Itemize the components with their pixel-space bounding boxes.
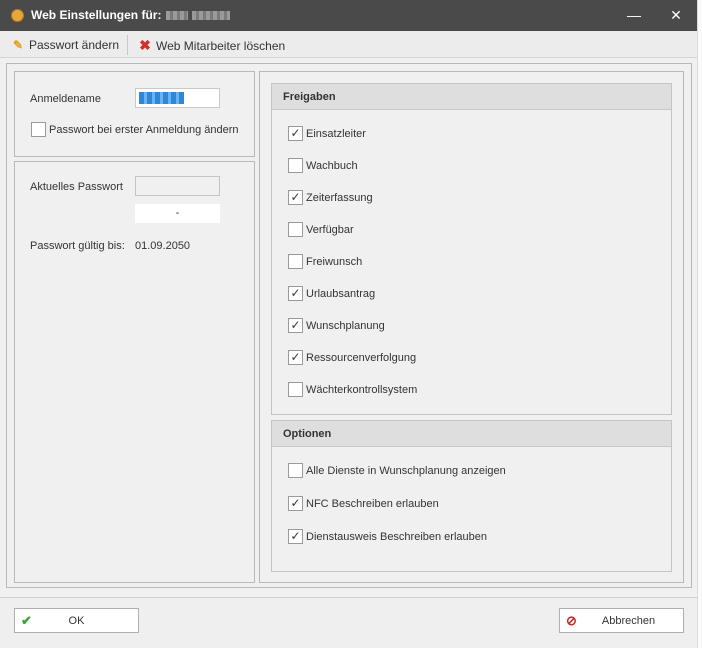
app-icon [11, 9, 24, 22]
freigabe-label: Wunschplanung [306, 320, 385, 332]
current-password-input [135, 176, 220, 196]
close-button[interactable]: ✕ [666, 5, 686, 25]
change-on-first-login-label: Passwort bei erster Anmeldung ändern [49, 124, 239, 136]
pencil-icon: ✎ [12, 38, 24, 52]
option-checkbox[interactable] [288, 463, 303, 478]
freigabe-label: Wachbuch [306, 160, 358, 172]
title-bar: Web Einstellungen für: — ✕ [0, 0, 702, 31]
toolbar-separator [127, 35, 128, 55]
username-input[interactable] [135, 88, 220, 108]
freigabe-label: Zeiterfassung [306, 192, 373, 204]
freigabe-label: Freiwunsch [306, 256, 363, 268]
freigabe-label: Ressourcenverfolgung [306, 352, 417, 364]
blurred-name-part1 [166, 11, 188, 20]
background-window-edge [697, 0, 702, 648]
optionen-group: Optionen Alle Dienste in Wunschplanung a… [271, 420, 672, 572]
toolbar: ✎ Passwort ändern ✖ Web Mitarbeiter lösche… [0, 31, 697, 58]
current-password-display: - [135, 204, 220, 223]
freigaben-header: Freigaben [272, 84, 671, 110]
freigabe-label: Wächterkontrollsystem [306, 384, 418, 396]
freigabe-checkbox[interactable]: ✓ [288, 286, 303, 301]
freigabe-checkbox[interactable] [288, 158, 303, 173]
ok-button-label: OK [68, 615, 85, 627]
login-panel: Anmeldename Passwort bei erster Anmeldun… [14, 71, 255, 157]
valid-until-label: Passwort gültig bis: [30, 240, 125, 252]
freigabe-label: Urlaubsantrag [306, 288, 376, 300]
freigabe-checkbox[interactable] [288, 254, 303, 269]
optionen-header: Optionen [272, 421, 671, 447]
freigaben-group: Freigaben ✓ Einsatzleiter Wachbuch ✓ Zeiterf… [271, 83, 672, 415]
freigabe-checkbox[interactable]: ✓ [288, 190, 303, 205]
button-bar: ✔ OK ⊘ Abbrechen [0, 597, 697, 648]
password-panel: Aktuelles Passwort - Passwort gültig bis… [14, 161, 255, 583]
option-label: NFC Beschreiben erlauben [306, 498, 439, 510]
freigabe-checkbox[interactable]: ✓ [288, 126, 303, 141]
option-checkbox[interactable]: ✓ [288, 529, 303, 544]
cancel-button-label: Abbrechen [601, 615, 656, 627]
freigabe-checkbox[interactable] [288, 222, 303, 237]
change-password-button[interactable]: ✎ Passwort ändern [11, 36, 119, 54]
valid-until-value: 01.09.2050 [135, 240, 191, 252]
option-label: Alle Dienste in Wunschplanung anzeigen [306, 465, 506, 477]
current-password-label: Aktuelles Passwort [30, 181, 123, 193]
minimize-button[interactable]: — [624, 5, 644, 25]
change-password-label: Passwort ändern [29, 38, 120, 52]
delete-web-employee-button[interactable]: ✖ Web Mitarbeiter löschen [138, 36, 285, 54]
delete-x-icon: ✖ [139, 37, 151, 53]
ok-button[interactable]: ✔ OK [14, 608, 139, 633]
freigabe-checkbox[interactable]: ✓ [288, 350, 303, 365]
change-on-first-login-checkbox[interactable] [31, 122, 46, 137]
blurred-name-part2 [192, 11, 230, 20]
option-checkbox[interactable]: ✓ [288, 496, 303, 511]
freigabe-label: Einsatzleiter [306, 128, 366, 140]
username-value-redacted [139, 92, 184, 104]
window-title: Web Einstellungen für: [31, 8, 162, 22]
username-label: Anmeldename [30, 93, 101, 105]
freigabe-checkbox[interactable] [288, 382, 303, 397]
freigabe-label: Verfügbar [306, 224, 354, 236]
freigabe-checkbox[interactable]: ✓ [288, 318, 303, 333]
delete-web-employee-label: Web Mitarbeiter löschen [156, 39, 286, 53]
option-label: Dienstausweis Beschreiben erlauben [306, 531, 487, 543]
cancel-button[interactable]: ⊘ Abbrechen [559, 608, 684, 633]
